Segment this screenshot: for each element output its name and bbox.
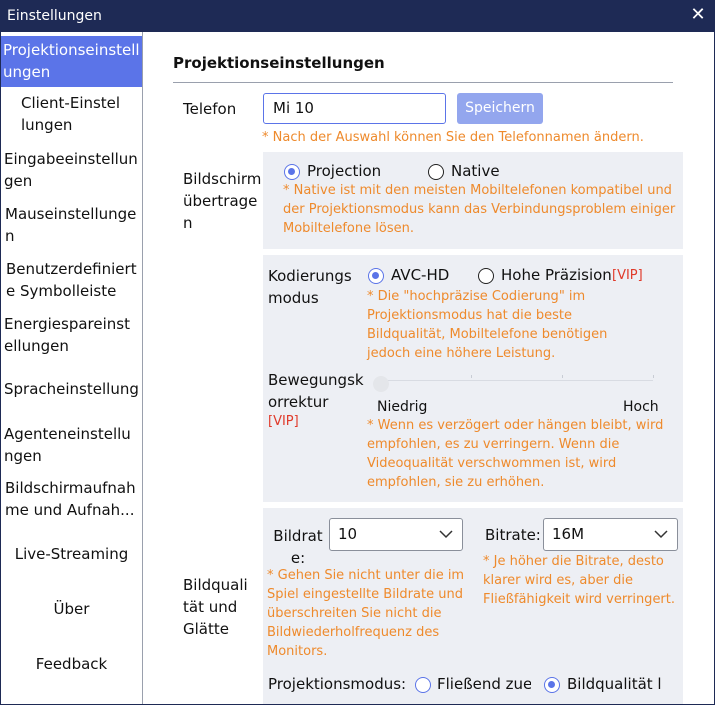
avc-hd-radio[interactable]: [368, 268, 384, 284]
sidebar-item-client[interactable]: Client-Einstellungen: [1, 92, 142, 136]
projection-option-label: Projection: [307, 162, 382, 180]
high-precision-option-label: Hohe Präzision: [501, 266, 612, 284]
sidebar-item-energy[interactable]: Energiespareinstellungen: [1, 313, 142, 357]
framerate-label: Bildrate:: [273, 527, 323, 567]
quality-mode-option-label: Bildqualität l: [567, 675, 662, 693]
encoding-note: * Die "hochpräzise Codierung" im Projekt…: [367, 289, 608, 361]
projection-mode-label: Projektionsmodus:: [268, 675, 407, 693]
quality-panel: Bildrate: 10 * Gehen Sie nicht unter die…: [263, 508, 683, 704]
phone-name-input[interactable]: Mi 10: [263, 93, 446, 124]
native-option-label: Native: [451, 162, 500, 180]
page-title: Projektionseinstellungen: [173, 54, 385, 72]
screen-transfer-label: Bildschirmübertragen: [183, 170, 262, 232]
encoding-vip-badge: [VIP]: [612, 268, 643, 283]
projection-radio[interactable]: [284, 164, 300, 180]
slider-max-label: Hoch: [623, 399, 659, 415]
sidebar-item-input[interactable]: Eingabeeinstellungen: [1, 148, 142, 192]
sidebar-item-recording[interactable]: Bildschirmaufnahme und Aufnah...: [1, 477, 142, 521]
encoding-label: Kodierungsmodus: [268, 267, 352, 307]
title-bar: Einstellungen ✕: [1, 1, 714, 32]
bitrate-note: * Je höher die Bitrate, desto klarer wir…: [483, 554, 676, 607]
phone-note: * Nach der Auswahl können Sie den Telefo…: [262, 130, 644, 145]
motion-vip-badge: [VIP]: [268, 414, 299, 429]
slider-tick: [562, 375, 563, 378]
smooth-mode-option-label: Fließend zue: [437, 675, 531, 693]
motion-slider-thumb[interactable]: [373, 376, 389, 392]
motion-correction-label: Bewegungskorrektur: [268, 371, 364, 411]
phone-label: Telefon: [183, 100, 237, 118]
native-radio[interactable]: [428, 164, 444, 180]
quality-label: Bildqualität und Glätte: [183, 576, 248, 638]
bitrate-value: 16M: [552, 525, 585, 543]
chevron-down-icon: [439, 530, 453, 539]
sidebar-item-mouse[interactable]: Mauseinstellungen: [1, 203, 142, 247]
sidebar-item-projection[interactable]: Projektionseinstellungen: [1, 36, 142, 87]
avc-hd-option-label: AVC-HD: [391, 266, 450, 284]
encoding-panel: Kodierungsmodus AVC-HD Hohe Präzision [V…: [263, 255, 683, 502]
window-title: Einstellungen: [7, 8, 102, 24]
framerate-select[interactable]: 10: [329, 518, 463, 551]
chevron-down-icon: [654, 530, 668, 539]
sidebar-item-language[interactable]: Spracheinstellung: [1, 378, 142, 400]
close-icon[interactable]: ✕: [690, 6, 706, 24]
main-content: Projektionseinstellungen Telefon Mi 10 S…: [143, 32, 714, 704]
motion-note: * Wenn es verzögert oder hängen bleibt, …: [367, 418, 664, 490]
sidebar-item-agent[interactable]: Agenteneinstellungen: [1, 423, 142, 467]
save-button[interactable]: Speichern: [457, 93, 543, 124]
bitrate-label: Bitrate:: [485, 526, 541, 544]
high-precision-radio[interactable]: [478, 268, 494, 284]
quality-mode-radio[interactable]: [544, 677, 560, 693]
motion-slider-track[interactable]: [381, 380, 653, 381]
settings-window: Einstellungen ✕ Projektionseinstellungen…: [0, 0, 715, 705]
sidebar-item-toolbar[interactable]: Benutzerdefinierte Symbolleiste: [1, 258, 142, 302]
framerate-note: * Gehen Sie nicht unter die im Spiel ein…: [267, 568, 465, 659]
sidebar-item-livestream[interactable]: Live-Streaming: [1, 543, 142, 565]
bitrate-select[interactable]: 16M: [543, 518, 678, 551]
sidebar-item-about[interactable]: Über: [1, 598, 142, 620]
smooth-mode-radio[interactable]: [415, 677, 431, 693]
slider-min-label: Niedrig: [377, 399, 428, 415]
screen-transfer-note: * Native ist mit den meisten Mobiltelefo…: [283, 183, 676, 236]
slider-tick: [471, 375, 472, 378]
slider-tick: [653, 375, 654, 378]
framerate-value: 10: [338, 525, 358, 543]
heading-divider: [173, 82, 673, 83]
screen-transfer-panel: Projection Native * Native ist mit den m…: [263, 152, 683, 249]
sidebar-item-feedback[interactable]: Feedback: [1, 653, 142, 675]
sidebar: Projektionseinstellungen Client-Einstell…: [1, 32, 143, 704]
